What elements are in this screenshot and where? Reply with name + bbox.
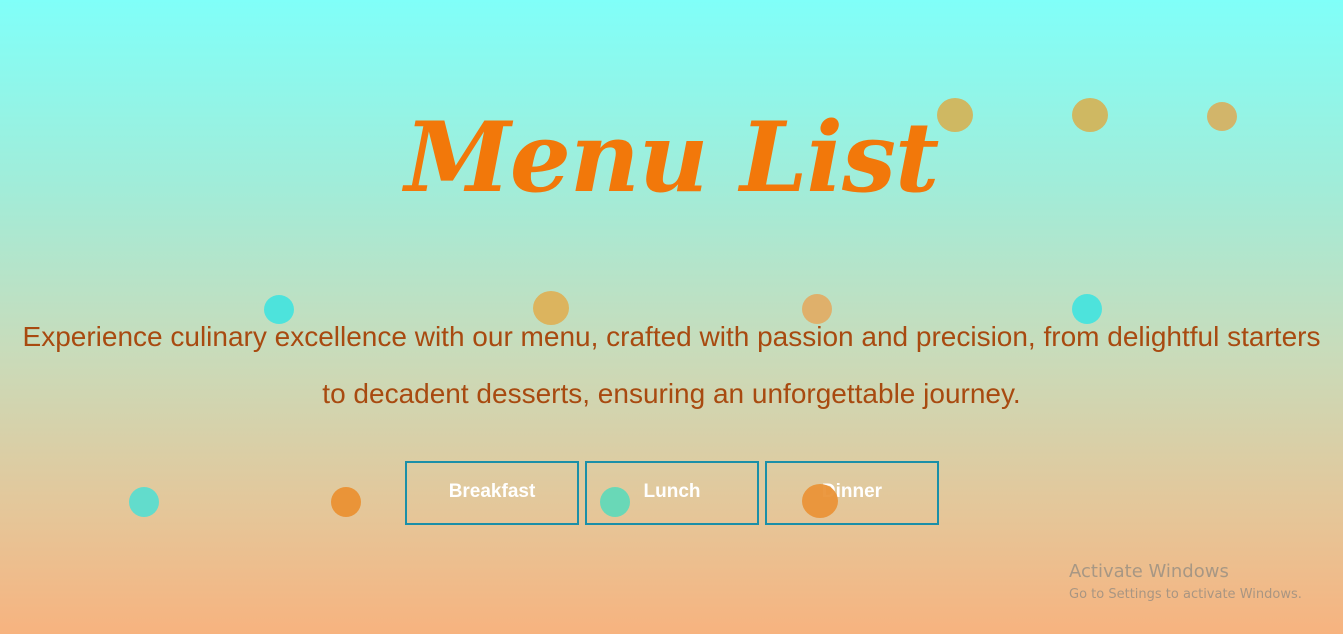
menu-tabs: Breakfast Lunch Dinner (405, 461, 939, 525)
page-description: Experience culinary excellence with our … (22, 321, 1321, 409)
windows-activation-watermark: Activate Windows Go to Settings to activ… (1069, 561, 1302, 607)
decorative-dot (802, 484, 838, 518)
dinner-button[interactable]: Dinner (765, 461, 939, 525)
decorative-dot (600, 487, 630, 517)
decorative-dot (331, 487, 361, 517)
decorative-dot (129, 487, 159, 517)
breakfast-button[interactable]: Breakfast (405, 461, 579, 525)
watermark-subtitle: Go to Settings to activate Windows. (1069, 587, 1302, 602)
page-title: Menu List (404, 101, 940, 214)
watermark-title: Activate Windows (1069, 561, 1229, 582)
